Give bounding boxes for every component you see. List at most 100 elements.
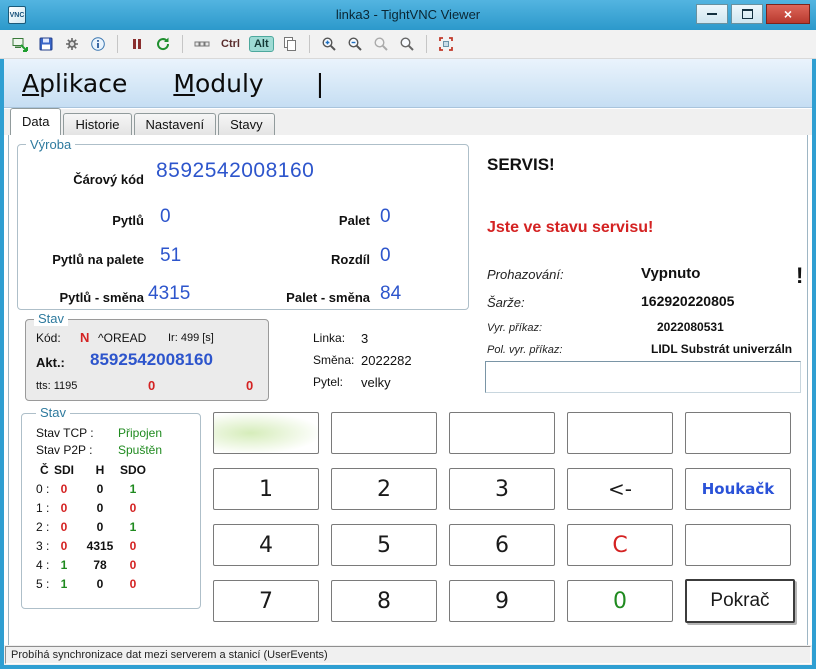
io-row-sdo: 0 [118,558,148,572]
tcp-label: Stav TCP : [36,426,94,440]
menu-aplikace[interactable]: Aplikace [22,69,127,98]
col-header-sdo: SDO [118,463,148,477]
pause-icon[interactable] [127,34,147,54]
connection-info-icon[interactable] [88,34,108,54]
vyr-prikaz-label: Vyr. příkaz: [487,322,542,334]
palet-label: Palet [248,213,370,228]
ctrl-alt-del-icon[interactable] [192,34,212,54]
keypad-4-button[interactable]: 4 [213,524,319,566]
tab-stavy[interactable]: Stavy [218,113,275,135]
pytlu-value: 0 [160,206,171,228]
pytlu-smena-value: 4315 [148,283,190,305]
keypad-6-button[interactable]: 6 [449,524,555,566]
keypad-backspace-button[interactable]: <- [567,468,673,510]
keypad-blank-special[interactable] [213,412,319,454]
servis-title: SERVIS! [487,155,555,175]
alt-key-button[interactable]: Alt [249,36,274,52]
ctrl-key-button[interactable]: Ctrl [218,37,243,51]
keypad-blank[interactable] [449,412,555,454]
minimize-button[interactable] [696,4,728,24]
io-row-h: 0 [80,577,120,591]
sarze-label: Šarže: [487,295,525,310]
io-row-sdo: 0 [118,501,148,515]
houkack-button[interactable]: Houkačk [685,468,791,510]
io-row-h: 0 [80,520,120,534]
vyroba-group-label: Výroba [26,138,75,152]
keypad-3-button[interactable]: 3 [449,468,555,510]
vyr-prikaz-value: 2022080531 [657,320,724,334]
akt-label: Akt.: [36,355,65,370]
rozdil-label: Rozdíl [248,252,370,267]
save-session-icon[interactable] [36,34,56,54]
palet-smena-value: 84 [380,283,401,305]
tab-data[interactable]: Data [10,108,61,135]
barcode-label: Čárový kód [22,172,144,187]
vyroba-groupbox: Výroba Čárový kód 8592542008160 Pytlů 0 … [17,144,469,310]
conn-stav-groupbox: Stav Stav TCP : Připojen Stav P2P : Spuš… [21,413,201,609]
io-row-h: 4315 [80,539,120,553]
zoom-out-icon[interactable] [345,34,365,54]
barcode-value: 8592542008160 [156,159,314,183]
service-input[interactable] [485,361,801,393]
kod-flag: N [80,330,89,345]
full-screen-icon[interactable] [436,34,456,54]
prohazovani-value: Vypnuto [641,265,700,282]
close-button[interactable]: × [766,4,810,24]
toolbar-separator [426,35,427,53]
zoom-auto-icon[interactable] [397,34,417,54]
prohazovani-label: Prohazování: [487,267,564,282]
connection-options-icon[interactable] [62,34,82,54]
pokrac-button[interactable]: Pokrač [685,579,795,623]
copy-icon[interactable] [280,34,300,54]
io-row-h: 0 [80,482,120,496]
pytlu-palete-value: 51 [160,245,181,267]
smena-value: 2022282 [361,353,412,368]
keypad-9-button[interactable]: 9 [449,580,555,622]
close-icon: × [784,6,792,22]
window-title: linka3 - TightVNC Viewer [0,0,816,30]
keypad-clear-button[interactable]: C [567,524,673,566]
io-row-sdo: 0 [118,577,148,591]
toolbar-separator [182,35,183,53]
servis-warning: Jste ve stavu servisu! [487,219,653,237]
window-frame-right [812,30,816,669]
tab-historie[interactable]: Historie [63,113,131,135]
keypad-2-button[interactable]: 2 [331,468,437,510]
zoom-100-icon[interactable] [371,34,391,54]
menu-separator: | [316,69,324,98]
keypad-5-button[interactable]: 5 [331,524,437,566]
kod-text: ^OREAD [98,331,146,345]
smena-label: Směna: [313,353,354,367]
io-row-sdo: 1 [118,520,148,534]
window-frame-left [0,30,4,669]
ir-text: Ir: 499 [s] [168,332,214,344]
title-bar[interactable]: VNC linka3 - TightVNC Viewer × [0,0,816,30]
io-row-h: 0 [80,501,120,515]
keypad-1-button[interactable]: 1 [213,468,319,510]
reader-stav-group-label: Stav [34,312,68,326]
keypad-blank[interactable] [331,412,437,454]
io-row-sdi: 0 [54,520,74,534]
refresh-icon[interactable] [153,34,173,54]
palet-value: 0 [380,206,391,228]
keypad-blank[interactable] [567,412,673,454]
maximize-button[interactable] [731,4,763,24]
keypad-blank[interactable] [685,524,791,566]
new-connection-icon[interactable] [10,34,30,54]
keypad-blank[interactable] [685,412,791,454]
menu-moduly[interactable]: Moduly [173,69,263,98]
toolbar-separator [309,35,310,53]
app-menubar: Aplikace Moduly | [4,59,812,108]
keypad-0-button[interactable]: 0 [567,580,673,622]
conn-stav-group-label: Stav [36,406,70,420]
col-header-h: H [80,463,120,477]
tab-nastaveni[interactable]: Nastavení [134,113,217,135]
pytel-label: Pytel: [313,375,343,389]
p2p-status: Spuštěn [118,443,162,457]
toolbar-separator [117,35,118,53]
tcp-status: Připojen [118,426,162,440]
keypad-7-button[interactable]: 7 [213,580,319,622]
keypad-8-button[interactable]: 8 [331,580,437,622]
zoom-in-icon[interactable] [319,34,339,54]
reader-zero-2: 0 [246,378,253,393]
